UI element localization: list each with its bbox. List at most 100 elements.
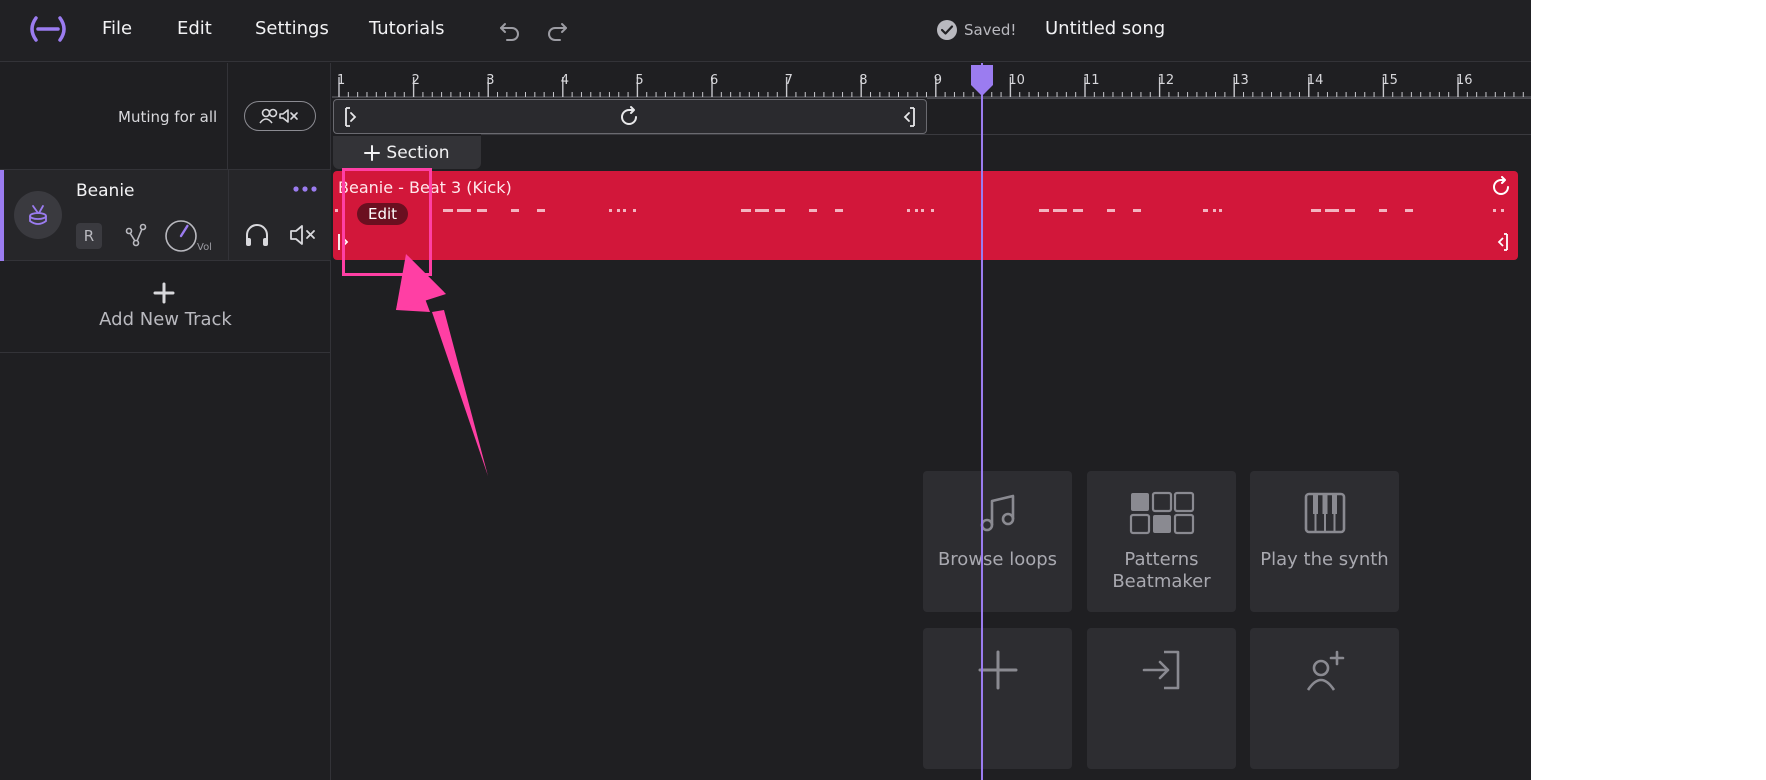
ruler-number: 15	[1381, 73, 1398, 88]
beat-mark	[931, 209, 934, 212]
divider	[927, 98, 1531, 99]
playhead[interactable]	[981, 63, 983, 780]
loop-end-icon[interactable]	[900, 105, 918, 129]
add-section-button[interactable]: Section	[333, 136, 481, 169]
ruler-number: 4	[560, 73, 570, 88]
new-track-card[interactable]	[923, 628, 1072, 769]
loop-region[interactable]	[333, 99, 927, 134]
menu-settings[interactable]: Settings	[255, 18, 329, 39]
app-window: File Edit Settings Tutorials Saved! Unti…	[0, 0, 1531, 780]
track-header[interactable]: Beanie R Vol	[0, 170, 331, 261]
browse-loops-label: Browse loops	[937, 549, 1058, 570]
undo-icon[interactable]	[496, 16, 524, 44]
audio-clip[interactable]: Beanie - Beat 3 (Kick) Edit	[333, 171, 1518, 260]
divider	[481, 134, 1531, 135]
save-status: Saved!	[936, 19, 1016, 41]
muting-row: Muting for all	[0, 63, 331, 170]
headphones-icon[interactable]	[243, 221, 271, 249]
beat-mark	[477, 209, 487, 212]
ruler-number: 14	[1306, 73, 1324, 88]
plus-icon	[153, 282, 175, 304]
pads-grid-icon	[1129, 491, 1194, 535]
track-selected-indicator	[0, 170, 4, 261]
beat-mark	[1053, 209, 1067, 212]
playhead-handle[interactable]	[969, 63, 995, 97]
track-panel: Muting for all Beanie R Vol Add New Trac…	[0, 63, 331, 780]
menu-tutorials[interactable]: Tutorials	[369, 18, 445, 39]
saved-text: Saved!	[964, 21, 1017, 39]
beat-mark	[623, 209, 626, 212]
volume-label: Vol	[197, 242, 212, 253]
invite-collaborator-card[interactable]	[1250, 628, 1399, 769]
ruler-number: 2	[411, 73, 420, 88]
patterns-beatmaker-label: Patterns Beatmaker	[1112, 549, 1211, 592]
muting-label: Muting for all	[118, 108, 218, 126]
ruler-number: 9	[933, 73, 943, 88]
beat-mark	[537, 209, 545, 212]
ruler-number: 7	[784, 73, 793, 88]
patterns-beatmaker-card[interactable]: Patterns Beatmaker	[1087, 471, 1236, 612]
beat-mark	[457, 209, 471, 212]
logo-icon[interactable]	[26, 14, 70, 44]
ruler-number: 10	[1008, 73, 1025, 88]
ruler-number: 16	[1456, 73, 1473, 88]
beat-mark	[1493, 209, 1496, 212]
beat-mark	[915, 209, 918, 212]
ruler-number: 8	[859, 73, 868, 88]
mute-icon[interactable]	[288, 221, 318, 249]
mute-for-all-toggle[interactable]	[244, 101, 316, 131]
ruler-number: 1	[337, 73, 346, 88]
beat-mark	[1039, 209, 1049, 212]
ruler-number: 5	[635, 73, 644, 88]
song-title[interactable]: Untitled song	[1045, 18, 1165, 39]
automation-icon[interactable]	[122, 221, 150, 249]
play-synth-card[interactable]: Play the synth	[1250, 471, 1399, 612]
track-name[interactable]: Beanie	[76, 181, 135, 201]
beat-mark	[1219, 209, 1222, 212]
beat-mark	[1325, 209, 1339, 212]
menu-file[interactable]: File	[102, 18, 132, 39]
beat-mark	[809, 209, 817, 212]
top-bar: File Edit Settings Tutorials Saved! Unti…	[0, 0, 1531, 62]
beat-mark	[1345, 209, 1355, 212]
beat-mark	[1133, 209, 1141, 212]
clip-trim-end-icon[interactable]	[1494, 232, 1510, 252]
beat-mark	[1405, 209, 1413, 212]
beat-mark	[1379, 209, 1387, 212]
beat-mark	[755, 209, 769, 212]
loop-start-icon[interactable]	[342, 105, 360, 129]
ruler-number: 13	[1232, 73, 1249, 88]
beat-mark	[617, 209, 620, 212]
beat-mark	[741, 209, 751, 212]
drum-instrument-icon[interactable]	[14, 191, 62, 239]
add-new-track-button[interactable]: Add New Track	[0, 261, 331, 353]
beat-mark	[1073, 209, 1083, 212]
volume-knob[interactable]	[163, 218, 199, 254]
refresh-icon[interactable]	[1490, 176, 1512, 198]
beat-mark	[1107, 209, 1115, 212]
import-icon	[1142, 650, 1179, 690]
timeline-ruler[interactable]	[332, 63, 1531, 98]
more-options-icon[interactable]	[292, 182, 318, 196]
browse-loops-card[interactable]: Browse loops	[923, 471, 1072, 612]
loop-icon[interactable]	[616, 104, 642, 130]
import-card[interactable]	[1087, 628, 1236, 769]
redo-icon[interactable]	[543, 16, 571, 44]
beat-mark	[835, 209, 843, 212]
beat-mark	[1205, 209, 1208, 212]
ruler-number: 12	[1157, 73, 1175, 88]
beat-mark	[609, 209, 612, 212]
add-new-track-label: Add New Track	[99, 309, 232, 330]
add-section-label: Section	[386, 142, 450, 163]
ruler-number: 11	[1083, 73, 1100, 88]
beat-mark	[921, 209, 924, 212]
arrow-annotation	[396, 254, 488, 476]
invite-user-icon	[1306, 650, 1344, 691]
play-synth-label: Play the synth	[1260, 549, 1389, 570]
beat-mark	[511, 209, 519, 212]
record-arm-button[interactable]: R	[76, 223, 102, 249]
beat-mark	[775, 209, 785, 212]
ruler-number: 6	[710, 73, 719, 88]
beat-mark	[907, 209, 910, 212]
menu-edit[interactable]: Edit	[177, 18, 212, 39]
